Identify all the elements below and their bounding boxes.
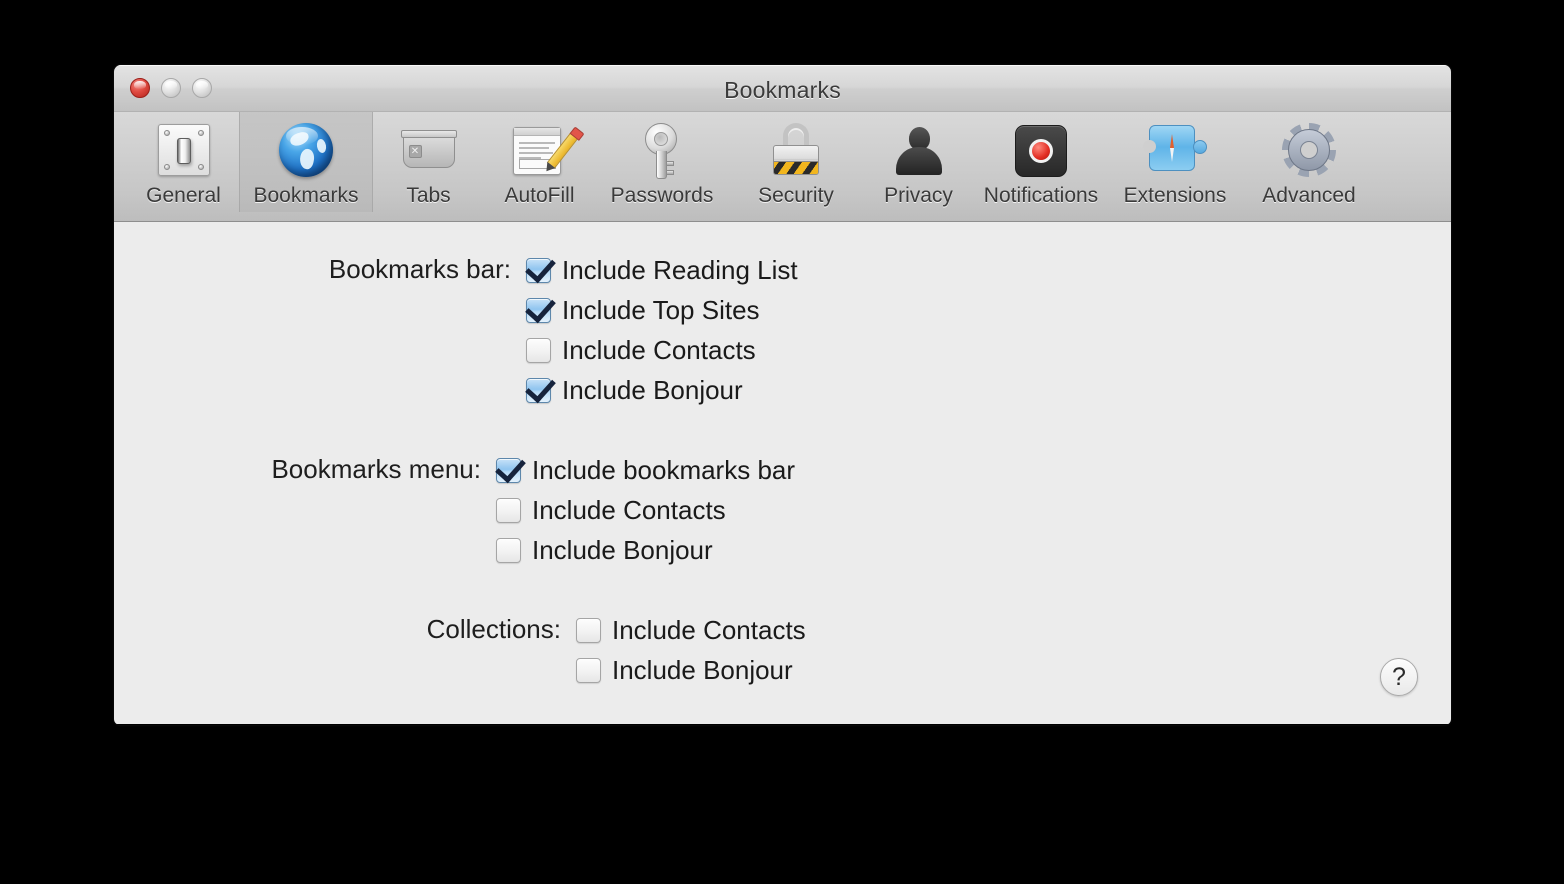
- person-silhouette-icon: [889, 120, 949, 180]
- record-dot-icon: [1011, 120, 1071, 180]
- checkbox-row-menu-include-contacts[interactable]: Include Contacts: [496, 490, 795, 530]
- label-bar-include-contacts: Include Contacts: [562, 334, 756, 365]
- toolbar-label-passwords: Passwords: [610, 184, 714, 207]
- label-collections-include-contacts: Include Contacts: [612, 614, 806, 645]
- toolbar-item-advanced[interactable]: Advanced: [1242, 112, 1376, 212]
- group-bookmarks-menu: Bookmarks menu: Include bookmarks bar In…: [244, 450, 795, 570]
- checkbox-bar-include-bonjour[interactable]: [526, 377, 551, 403]
- label-include-bookmarks-bar: Include bookmarks bar: [532, 454, 796, 485]
- checkbox-bar-include-contacts[interactable]: [526, 337, 551, 363]
- toolbar-label-extensions: Extensions: [1123, 184, 1227, 207]
- toolbar-item-security[interactable]: Security: [729, 112, 863, 212]
- key-icon: [632, 120, 692, 180]
- checkbox-row-include-top-sites[interactable]: Include Top Sites: [526, 290, 798, 330]
- checkbox-row-include-bookmarks-bar[interactable]: Include bookmarks bar: [496, 450, 795, 490]
- gear-icon: [1279, 120, 1339, 180]
- toolbar-label-privacy: Privacy: [884, 184, 953, 207]
- checkbox-row-collections-include-contacts[interactable]: Include Contacts: [576, 610, 806, 650]
- label-collections-include-bonjour: Include Bonjour: [612, 654, 793, 685]
- padlock-icon: [766, 120, 826, 180]
- label-include-top-sites: Include Top Sites: [562, 294, 760, 325]
- toolbar-item-extensions[interactable]: Extensions: [1108, 112, 1242, 212]
- group-collections: Collections: Include Contacts Include Bo…: [324, 610, 806, 690]
- checkbox-collections-include-contacts[interactable]: [576, 617, 601, 643]
- preferences-window: Bookmarks General Bookmarks ✕ Tabs AutoF…: [114, 65, 1451, 725]
- toolbar-item-bookmarks[interactable]: Bookmarks: [239, 112, 373, 212]
- toolbar-item-autofill[interactable]: AutoFill: [484, 112, 595, 212]
- toolbar-label-security: Security: [758, 184, 834, 207]
- puzzle-compass-icon: [1143, 120, 1207, 180]
- toolbar-label-bookmarks: Bookmarks: [253, 184, 359, 207]
- checkbox-include-top-sites[interactable]: [526, 297, 551, 323]
- toolbar-label-tabs: Tabs: [406, 184, 451, 207]
- checkbox-menu-include-contacts[interactable]: [496, 497, 521, 523]
- toolbar-label-notifications: Notifications: [983, 184, 1099, 207]
- toolbar-item-general[interactable]: General: [128, 112, 239, 212]
- checkbox-row-collections-include-bonjour[interactable]: Include Bonjour: [576, 650, 806, 690]
- label-menu-include-bonjour: Include Bonjour: [532, 534, 713, 565]
- form-pencil-icon: [510, 120, 579, 180]
- toolbar-item-notifications[interactable]: Notifications: [974, 112, 1108, 212]
- toolbar-label-advanced: Advanced: [1262, 184, 1356, 207]
- window-title: Bookmarks: [724, 77, 841, 103]
- desktop-background: Bookmarks General Bookmarks ✕ Tabs AutoF…: [0, 0, 1564, 884]
- preferences-content: Bookmarks bar: Include Reading List Incl…: [114, 222, 1451, 724]
- label-menu-include-contacts: Include Contacts: [532, 494, 726, 525]
- tab-icon: ✕: [399, 120, 459, 180]
- group-label-bookmarks-bar: Bookmarks bar:: [328, 254, 511, 284]
- light-switch-icon: [154, 120, 214, 180]
- checkbox-menu-include-bonjour[interactable]: [496, 537, 521, 563]
- checkbox-collections-include-bonjour[interactable]: [576, 657, 601, 683]
- checkbox-row-bar-include-bonjour[interactable]: Include Bonjour: [526, 370, 798, 410]
- toolbar-item-tabs[interactable]: ✕ Tabs: [373, 112, 484, 212]
- preferences-toolbar: General Bookmarks ✕ Tabs AutoFill Passwo…: [114, 112, 1451, 222]
- toolbar-label-general: General: [146, 184, 221, 207]
- checkbox-include-reading-list[interactable]: [526, 257, 551, 283]
- window-titlebar[interactable]: Bookmarks: [114, 65, 1451, 112]
- label-bar-include-bonjour: Include Bonjour: [562, 374, 743, 405]
- group-label-bookmarks-menu: Bookmarks menu:: [271, 454, 481, 484]
- help-button[interactable]: ?: [1380, 658, 1418, 696]
- toolbar-item-privacy[interactable]: Privacy: [863, 112, 974, 212]
- checkbox-row-bar-include-contacts[interactable]: Include Contacts: [526, 330, 798, 370]
- group-label-collections: Collections:: [426, 614, 561, 644]
- label-include-reading-list: Include Reading List: [562, 254, 798, 285]
- checkbox-row-menu-include-bonjour[interactable]: Include Bonjour: [496, 530, 795, 570]
- toolbar-label-autofill: AutoFill: [504, 184, 575, 207]
- globe-icon: [276, 120, 336, 180]
- group-bookmarks-bar: Bookmarks bar: Include Reading List Incl…: [274, 250, 798, 410]
- checkbox-include-bookmarks-bar[interactable]: [496, 457, 521, 483]
- toolbar-item-passwords[interactable]: Passwords: [595, 112, 729, 212]
- checkbox-row-include-reading-list[interactable]: Include Reading List: [526, 250, 798, 290]
